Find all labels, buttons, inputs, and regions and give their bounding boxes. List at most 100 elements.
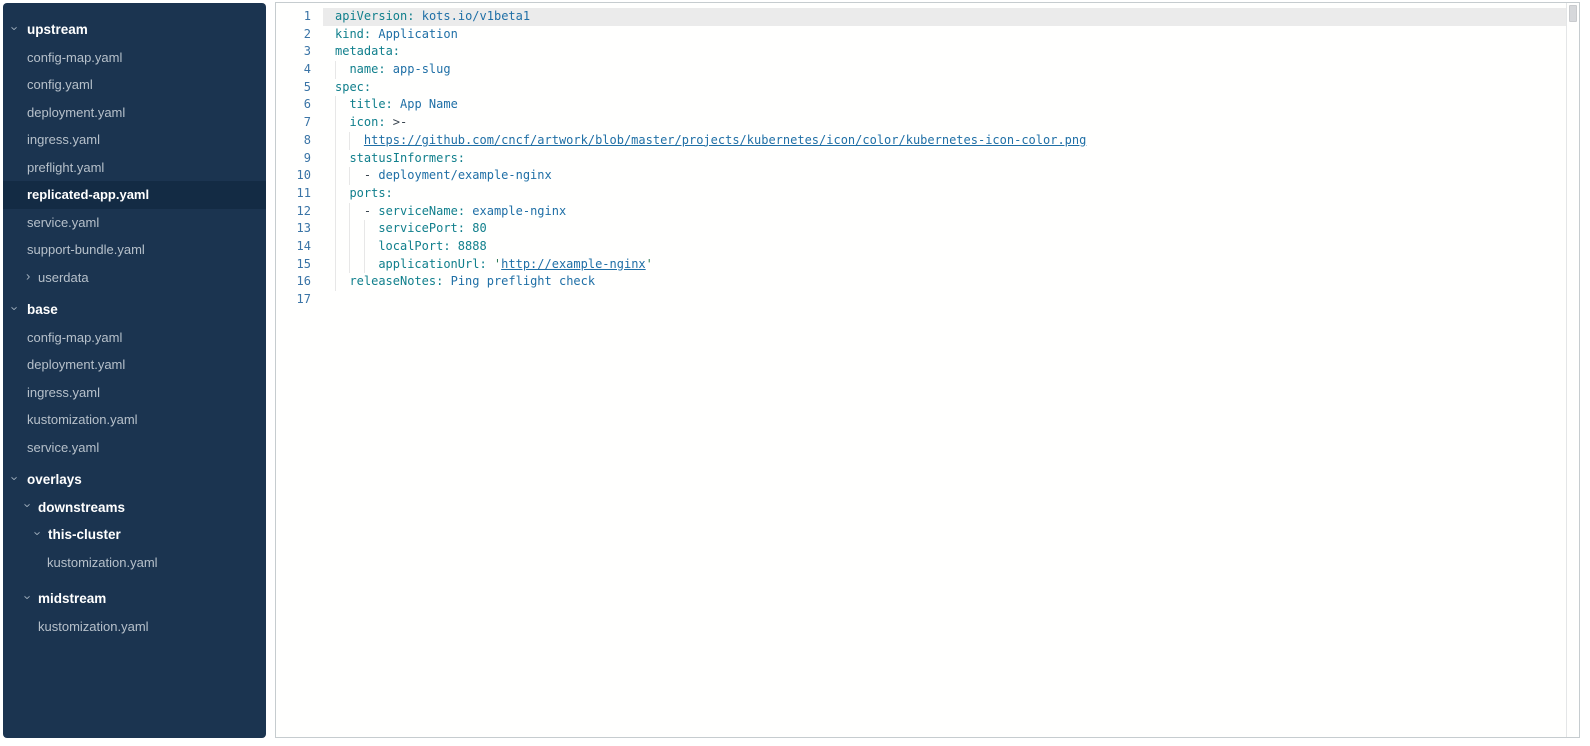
code-line[interactable]: 16releaseNotes: Ping preflight check — [276, 273, 1579, 291]
indent-guide — [335, 167, 349, 185]
code-token — [414, 9, 421, 23]
sidebar-folder-userdata[interactable]: ›userdata — [3, 264, 266, 292]
code-token: spec: — [335, 80, 371, 94]
url-link[interactable]: http://example-nginx — [501, 257, 646, 271]
sidebar-file-replicated-app-yaml[interactable]: replicated-app.yaml — [3, 181, 266, 209]
code-line-text: statusInformers: — [323, 150, 1579, 168]
code-line[interactable]: 13servicePort: 80 — [276, 220, 1579, 238]
code-line-text: apiVersion: kots.io/v1beta1 — [323, 8, 1579, 26]
code-token: Application — [378, 27, 457, 41]
indent-guide — [335, 203, 349, 221]
code-line-text: title: App Name — [323, 96, 1579, 114]
line-number: 6 — [276, 96, 323, 114]
chevron-down-icon[interactable]: › — [32, 531, 45, 535]
code-token — [487, 257, 494, 271]
tree-item-label: kustomization.yaml — [3, 619, 149, 634]
chevron-down-icon[interactable]: › — [9, 476, 22, 480]
code-line[interactable]: 1apiVersion: kots.io/v1beta1 — [276, 8, 1579, 26]
sidebar-file-support-bundle-yaml[interactable]: support-bundle.yaml — [3, 236, 266, 264]
code-token: name: — [349, 62, 385, 76]
code-line[interactable]: 17 — [276, 291, 1579, 309]
code-token: localPort: — [378, 239, 450, 253]
code-line[interactable]: 5spec: — [276, 79, 1579, 97]
kots-file-editor-page: { "colors": { "sidebar_bg": "#1b3450", "… — [0, 0, 1590, 746]
sidebar-file-config-map-yaml[interactable]: config-map.yaml — [3, 324, 266, 352]
sidebar-file-kustomization-yaml[interactable]: kustomization.yaml — [3, 549, 266, 577]
code-line[interactable]: 14 localPort: 8888 — [276, 238, 1579, 256]
code-token: 8888 — [458, 239, 487, 253]
code-token: deployment/example-nginx — [378, 168, 551, 182]
sidebar-file-service-yaml[interactable]: service.yaml — [3, 434, 266, 462]
sidebar-file-config-yaml[interactable]: config.yaml — [3, 71, 266, 99]
sidebar-folder-downstreams[interactable]: ›downstreams — [3, 494, 266, 522]
code-token: apiVersion: — [335, 9, 414, 23]
code-line-text: metadata: — [323, 43, 1579, 61]
code-line[interactable]: 2kind: Application — [276, 26, 1579, 44]
tree-item-label: userdata — [3, 270, 89, 285]
tree-item-label: config-map.yaml — [3, 330, 122, 345]
chevron-down-icon[interactable]: › — [9, 26, 22, 30]
chevron-down-icon[interactable]: › — [22, 595, 35, 599]
code-token — [386, 115, 393, 129]
code-line[interactable]: 11ports: — [276, 185, 1579, 203]
tree-item-label: ingress.yaml — [3, 132, 100, 147]
code-line[interactable]: 10- deployment/example-nginx — [276, 167, 1579, 185]
code-line-text: name: app-slug — [323, 61, 1579, 79]
indent-guide — [349, 256, 363, 274]
code-content[interactable]: 1apiVersion: kots.io/v1beta12kind: Appli… — [276, 8, 1579, 309]
code-line-text: applicationUrl: 'http://example-nginx' — [323, 256, 1579, 274]
code-token: metadata: — [335, 44, 400, 58]
sidebar-folder-overlays[interactable]: ›overlays — [3, 466, 266, 494]
sidebar-folder-base[interactable]: ›base — [3, 296, 266, 324]
code-line[interactable]: 9statusInformers: — [276, 150, 1579, 168]
line-number: 3 — [276, 43, 323, 61]
code-token: >- — [393, 115, 407, 129]
code-line-text: spec: — [323, 79, 1579, 97]
sidebar-file-deployment-yaml[interactable]: deployment.yaml — [3, 99, 266, 127]
indent-guide — [349, 203, 363, 221]
sidebar-file-kustomization-yaml[interactable]: kustomization.yaml — [3, 406, 266, 434]
code-line[interactable]: 6title: App Name — [276, 96, 1579, 114]
tree-item-label: this-cluster — [3, 527, 121, 542]
line-number: 14 — [276, 238, 323, 256]
line-number: 12 — [276, 203, 323, 221]
yaml-code-editor[interactable]: 1apiVersion: kots.io/v1beta12kind: Appli… — [275, 2, 1580, 738]
line-number: 17 — [276, 291, 323, 309]
sidebar-file-deployment-yaml[interactable]: deployment.yaml — [3, 351, 266, 379]
sidebar-file-preflight-yaml[interactable]: preflight.yaml — [3, 154, 266, 182]
indent-guide — [364, 238, 378, 256]
code-line[interactable]: 15applicationUrl: 'http://example-nginx' — [276, 256, 1579, 274]
indent-guide — [335, 96, 349, 114]
code-line[interactable]: 3 metadata: — [276, 43, 1579, 61]
sidebar-file-service-yaml[interactable]: service.yaml — [3, 209, 266, 237]
line-number: 16 — [276, 273, 323, 291]
sidebar-folder-upstream[interactable]: ›upstream — [3, 16, 266, 44]
url-link[interactable]: https://github.com/cncf/artwork/blob/mas… — [364, 133, 1086, 147]
chevron-down-icon[interactable]: › — [22, 504, 35, 508]
indent-guide — [364, 256, 378, 274]
tree-item-label: service.yaml — [3, 215, 99, 230]
chevron-down-icon[interactable]: › — [9, 306, 22, 310]
code-line-text: https://github.com/cncf/artwork/blob/mas… — [323, 132, 1579, 150]
indent-guide — [349, 220, 363, 238]
indent-guide — [335, 256, 349, 274]
sidebar-folder-this-cluster[interactable]: ›this-cluster — [3, 521, 266, 549]
code-line[interactable]: 4name: app-slug — [276, 61, 1579, 79]
sidebar-file-ingress-yaml[interactable]: ingress.yaml — [3, 379, 266, 407]
indent-guide — [349, 167, 363, 185]
sidebar-file-kustomization-yaml[interactable]: kustomization.yaml — [3, 613, 266, 641]
code-token: Ping preflight check — [451, 274, 596, 288]
sidebar-file-config-map-yaml[interactable]: config-map.yaml — [3, 44, 266, 72]
editor-vertical-scrollbar[interactable] — [1566, 3, 1579, 737]
scrollbar-thumb[interactable] — [1569, 5, 1577, 22]
chevron-right-icon[interactable]: › — [26, 270, 30, 283]
indent-guide — [335, 273, 349, 291]
line-number: 2 — [276, 26, 323, 44]
code-line[interactable]: 12- serviceName: example-nginx — [276, 203, 1579, 221]
sidebar-folder-midstream[interactable]: ›midstream — [3, 585, 266, 613]
sidebar-file-ingress-yaml[interactable]: ingress.yaml — [3, 126, 266, 154]
code-line[interactable]: 8https://github.com/cncf/artwork/blob/ma… — [276, 132, 1579, 150]
code-token: example-nginx — [472, 204, 566, 218]
code-line[interactable]: 7icon: >- — [276, 114, 1579, 132]
line-number: 4 — [276, 61, 323, 79]
